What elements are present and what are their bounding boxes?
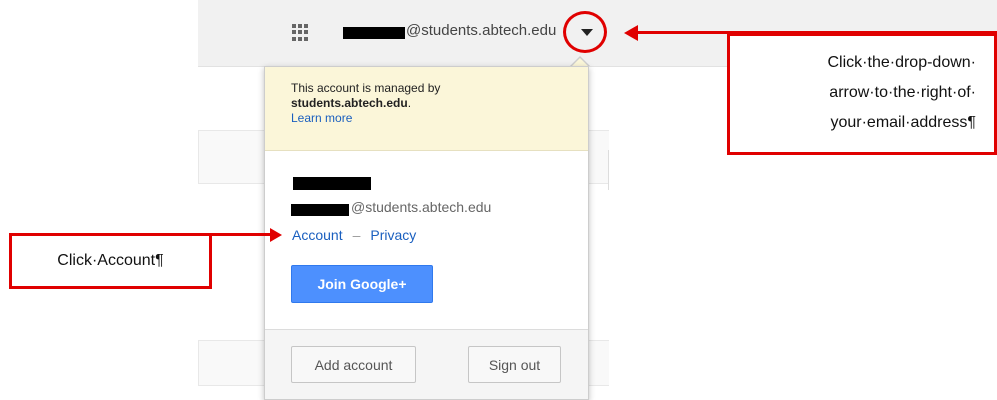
redacted-name xyxy=(293,177,371,190)
callout-right-line3: your·email·address¶ xyxy=(830,114,976,131)
add-account-button[interactable]: Add account xyxy=(291,346,416,383)
callout-right-line1: Click·the·drop-down· xyxy=(827,54,977,71)
privacy-link[interactable]: Privacy xyxy=(370,227,416,243)
callout-arrow-left-line xyxy=(212,233,272,236)
join-google-plus-button[interactable]: Join Google+ xyxy=(291,265,433,303)
learn-more-link[interactable]: Learn more xyxy=(291,111,588,126)
background-divider xyxy=(608,150,609,190)
callout-right-line2: arrow·to·the·right·of· xyxy=(829,84,976,101)
sign-out-button[interactable]: Sign out xyxy=(468,346,561,383)
redacted-email xyxy=(291,204,349,216)
redacted-username xyxy=(343,27,405,39)
callout-dropdown-instruction: Click·the·drop-down· arrow·to·the·right·… xyxy=(727,33,997,155)
account-popup: This account is managed by students.abte… xyxy=(264,66,589,400)
callout-left-text: Click·Account¶ xyxy=(57,252,164,269)
managed-account-banner: This account is managed by students.abte… xyxy=(265,67,588,151)
highlight-circle xyxy=(563,11,607,53)
callout-account-instruction: Click·Account¶ xyxy=(9,233,212,289)
apps-grid-icon[interactable] xyxy=(292,24,309,41)
callout-arrow-left-head xyxy=(270,228,282,242)
account-links: Account – Privacy xyxy=(292,227,416,243)
popup-footer: Add account Sign out xyxy=(265,329,588,399)
account-email[interactable]: @students.abtech.edu xyxy=(406,22,556,39)
link-separator: – xyxy=(352,227,361,243)
managed-domain: students.abtech.edu xyxy=(291,96,408,110)
managed-text: This account is managed by xyxy=(291,81,441,95)
callout-arrow-right-head xyxy=(624,25,638,41)
account-link[interactable]: Account xyxy=(292,227,343,243)
popup-email: @students.abtech.edu xyxy=(351,199,492,215)
